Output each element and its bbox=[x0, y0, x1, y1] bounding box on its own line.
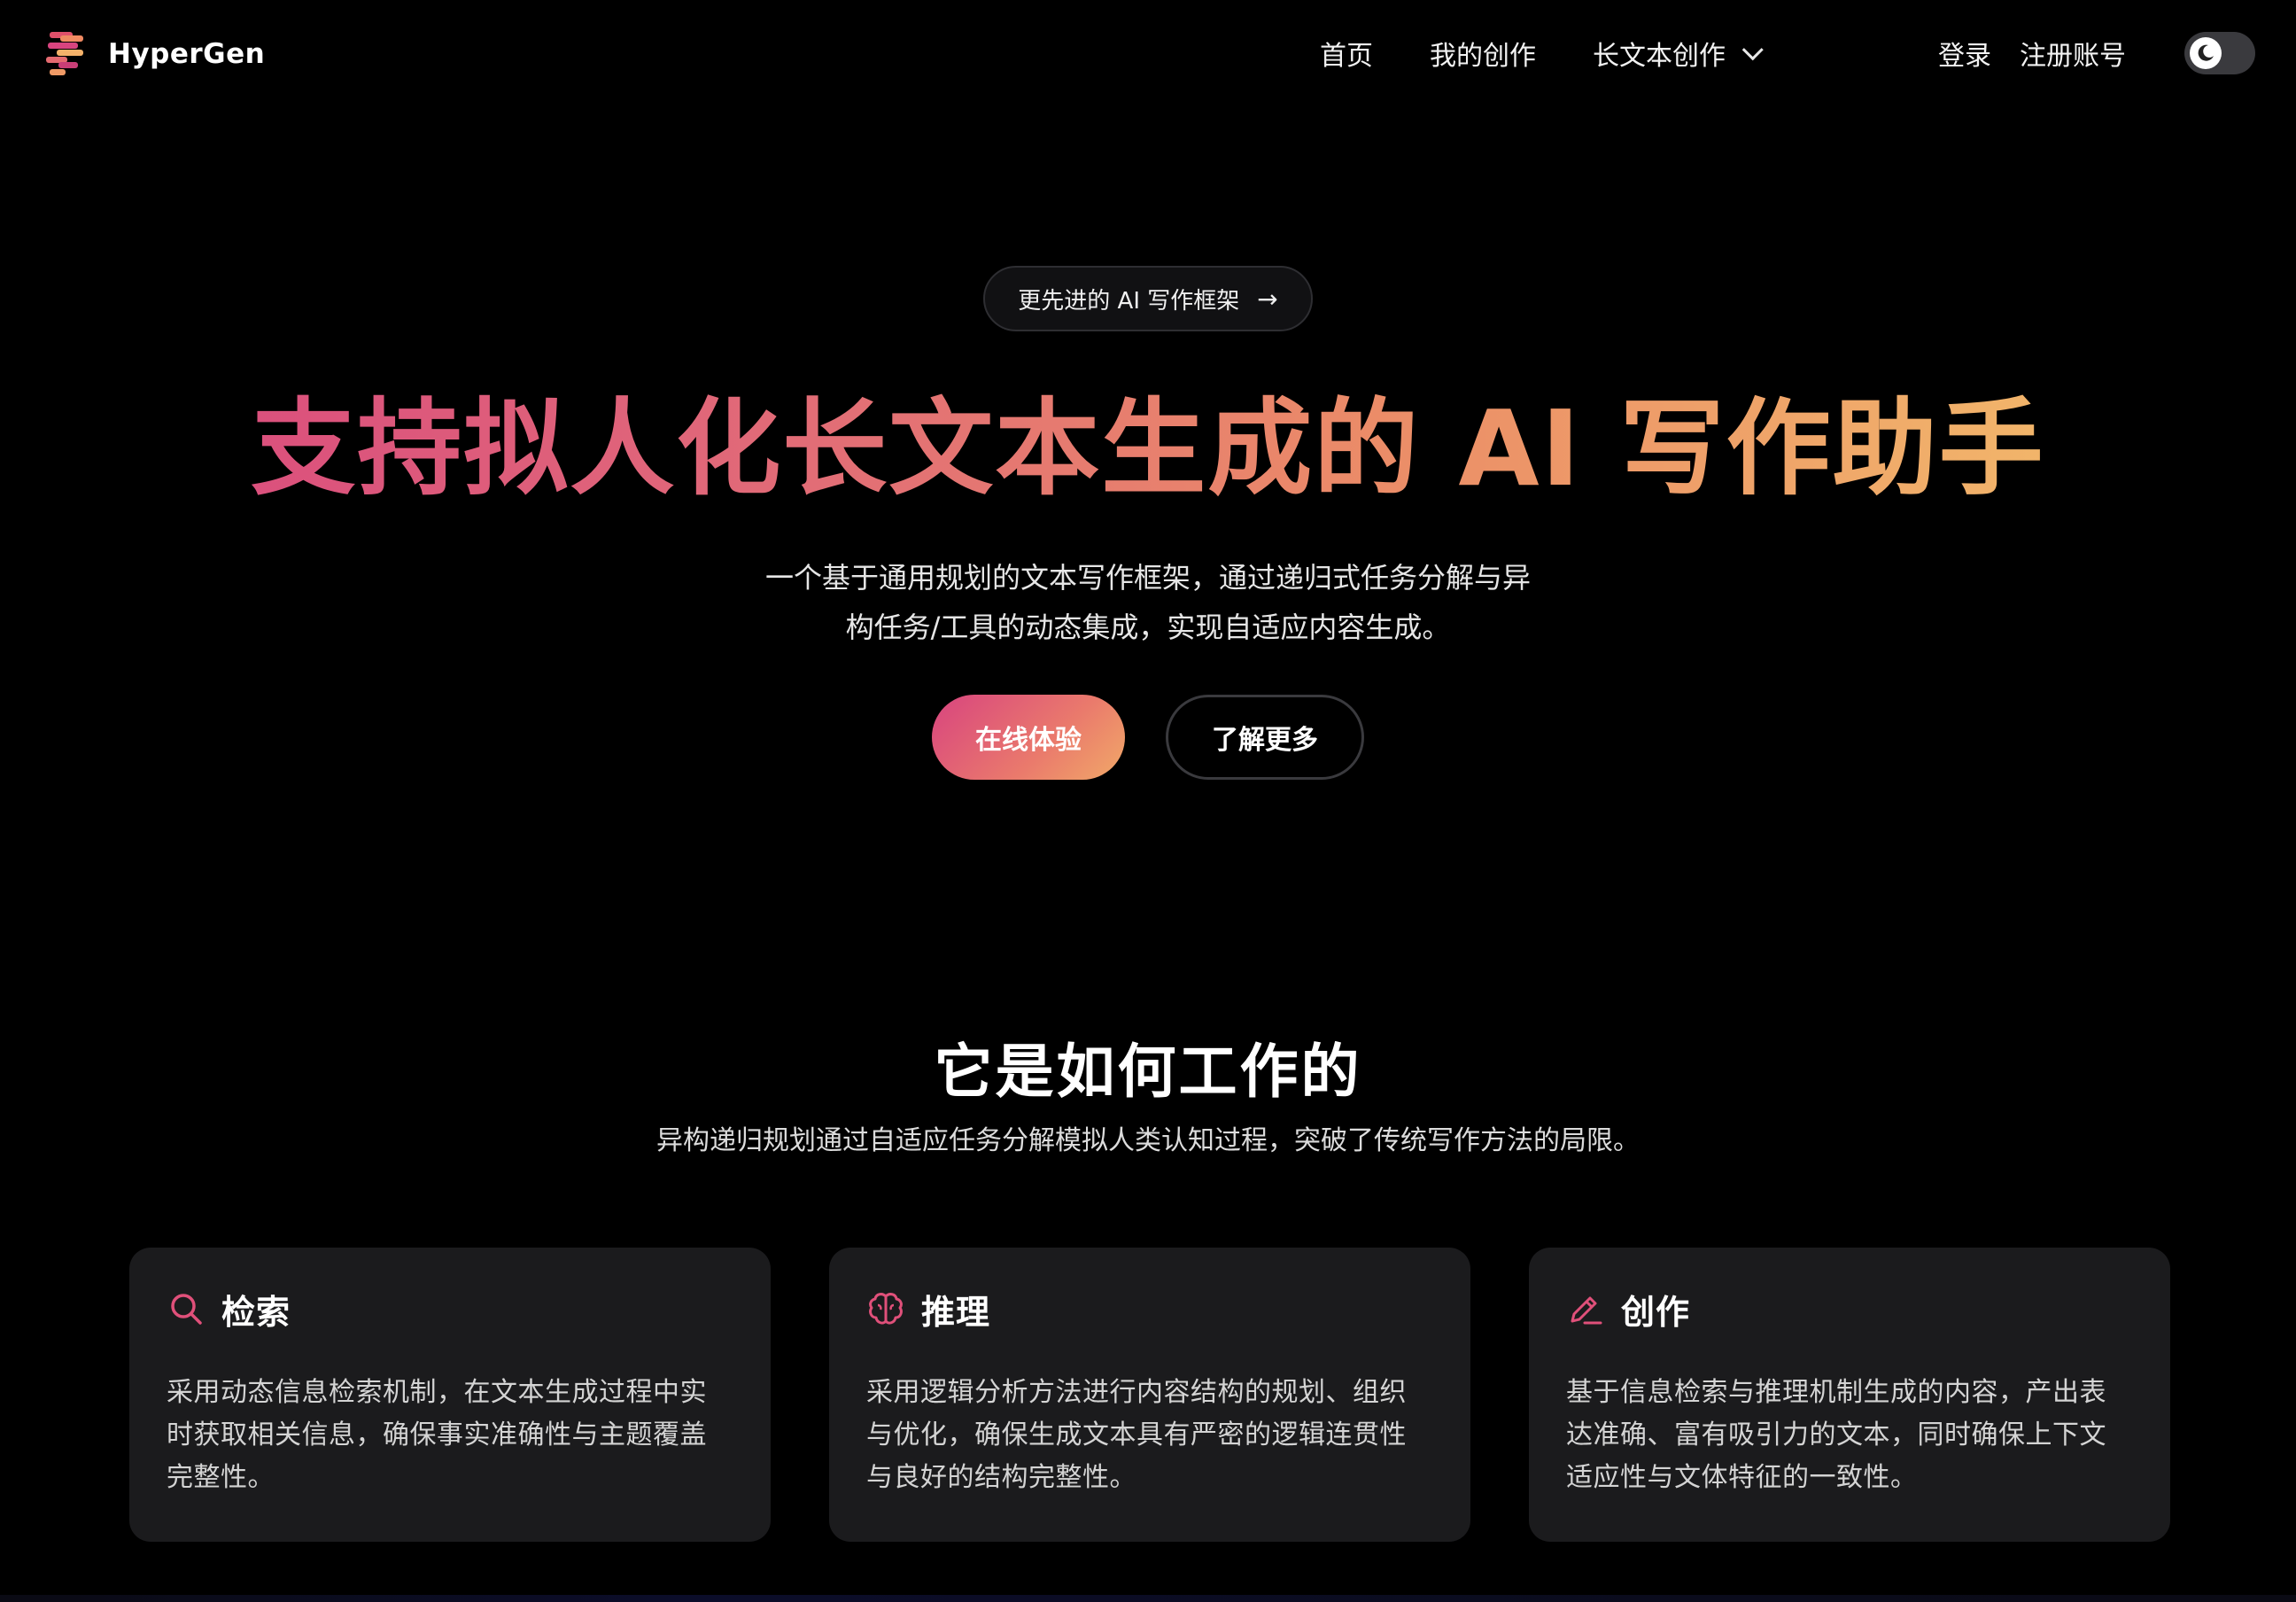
chevron-down-icon bbox=[1741, 38, 1764, 60]
pencil-icon bbox=[1566, 1289, 1605, 1328]
feature-card-creation: 创作 基于信息检索与推理机制生成的内容，产出表达准确、富有吸引力的文本，同时确保… bbox=[1529, 1248, 2170, 1542]
nav-link-label: 长文本创作 bbox=[1593, 41, 1726, 72]
brand[interactable]: HyperGen bbox=[46, 32, 265, 76]
card-header: 推理 bbox=[866, 1287, 1433, 1332]
card-title: 检索 bbox=[221, 1292, 291, 1332]
nav-link-my-creations[interactable]: 我的创作 bbox=[1430, 34, 1536, 73]
hero-subtitle: 一个基于通用规划的文本写作框架，通过递归式任务分解与异 构任务/工具的动态集成，… bbox=[735, 553, 1561, 652]
theme-toggle[interactable] bbox=[2184, 32, 2255, 74]
nav-link-label: 我的创作 bbox=[1430, 41, 1536, 72]
card-title: 推理 bbox=[921, 1292, 991, 1332]
arrow-right-icon: → bbox=[1257, 284, 1278, 314]
feature-cards: 检索 采用动态信息检索机制，在文本生成过程中实时获取相关信息，确保事实准确性与主… bbox=[129, 1248, 2170, 1542]
nav-dropdown-long-text[interactable]: 长文本创作 bbox=[1593, 34, 1764, 73]
card-header: 检索 bbox=[167, 1287, 733, 1332]
card-header: 创作 bbox=[1566, 1287, 2133, 1332]
nav-link-label: 首页 bbox=[1320, 41, 1373, 72]
auth-links: 登录 注册账号 bbox=[1938, 34, 2154, 73]
search-icon bbox=[167, 1289, 206, 1328]
brand-name: HyperGen bbox=[108, 38, 266, 70]
card-description: 基于信息检索与推理机制生成的内容，产出表达准确、富有吸引力的文本，同时确保上下文… bbox=[1566, 1377, 2106, 1493]
badge-label: 更先进的 AI 写作框架 bbox=[1018, 287, 1240, 315]
learn-more-button[interactable]: 了解更多 bbox=[1166, 695, 1364, 780]
announcement-badge[interactable]: 更先进的 AI 写作框架 → bbox=[983, 266, 1313, 331]
card-title: 创作 bbox=[1621, 1292, 1691, 1332]
try-online-button[interactable]: 在线体验 bbox=[932, 695, 1125, 780]
frame-bottom-edge bbox=[0, 1595, 2296, 1602]
hero-subtitle-line: 一个基于通用规划的文本写作框架，通过递归式任务分解与异 bbox=[764, 561, 1531, 595]
hero-title: 支持拟人化长文本生成的 AI 写作助手 bbox=[0, 386, 2296, 510]
card-description: 采用动态信息检索机制，在文本生成过程中实时获取相关信息，确保事实准确性与主题覆盖… bbox=[167, 1377, 707, 1493]
feature-card-reasoning: 推理 采用逻辑分析方法进行内容结构的规划、组织与优化，确保生成文本具有严密的逻辑… bbox=[829, 1248, 1470, 1542]
hypergen-logo-icon bbox=[46, 32, 87, 76]
main-nav: 首页 我的创作 长文本创作 bbox=[1320, 34, 1813, 73]
moon-icon bbox=[2190, 37, 2222, 69]
register-link[interactable]: 注册账号 bbox=[2020, 34, 2126, 73]
section-subtitle: 异构递归规划通过自适应任务分解模拟人类认知过程，突破了传统写作方法的局限。 bbox=[656, 1125, 1640, 1156]
card-description: 采用逻辑分析方法进行内容结构的规划、组织与优化，确保生成文本具有严密的逻辑连贯性… bbox=[866, 1377, 1407, 1493]
section-title: 它是如何工作的 bbox=[934, 1038, 1362, 1106]
hero-subtitle-line: 构任务/工具的动态集成，实现自适应内容生成。 bbox=[845, 610, 1451, 644]
brain-icon bbox=[866, 1289, 905, 1328]
feature-card-retrieval: 检索 采用动态信息检索机制，在文本生成过程中实时获取相关信息，确保事实准确性与主… bbox=[129, 1248, 771, 1542]
top-navbar: HyperGen 首页 我的创作 长文本创作 登录 注册账号 bbox=[0, 0, 2296, 110]
login-link[interactable]: 登录 bbox=[1938, 34, 1991, 73]
nav-link-home[interactable]: 首页 bbox=[1320, 34, 1373, 73]
